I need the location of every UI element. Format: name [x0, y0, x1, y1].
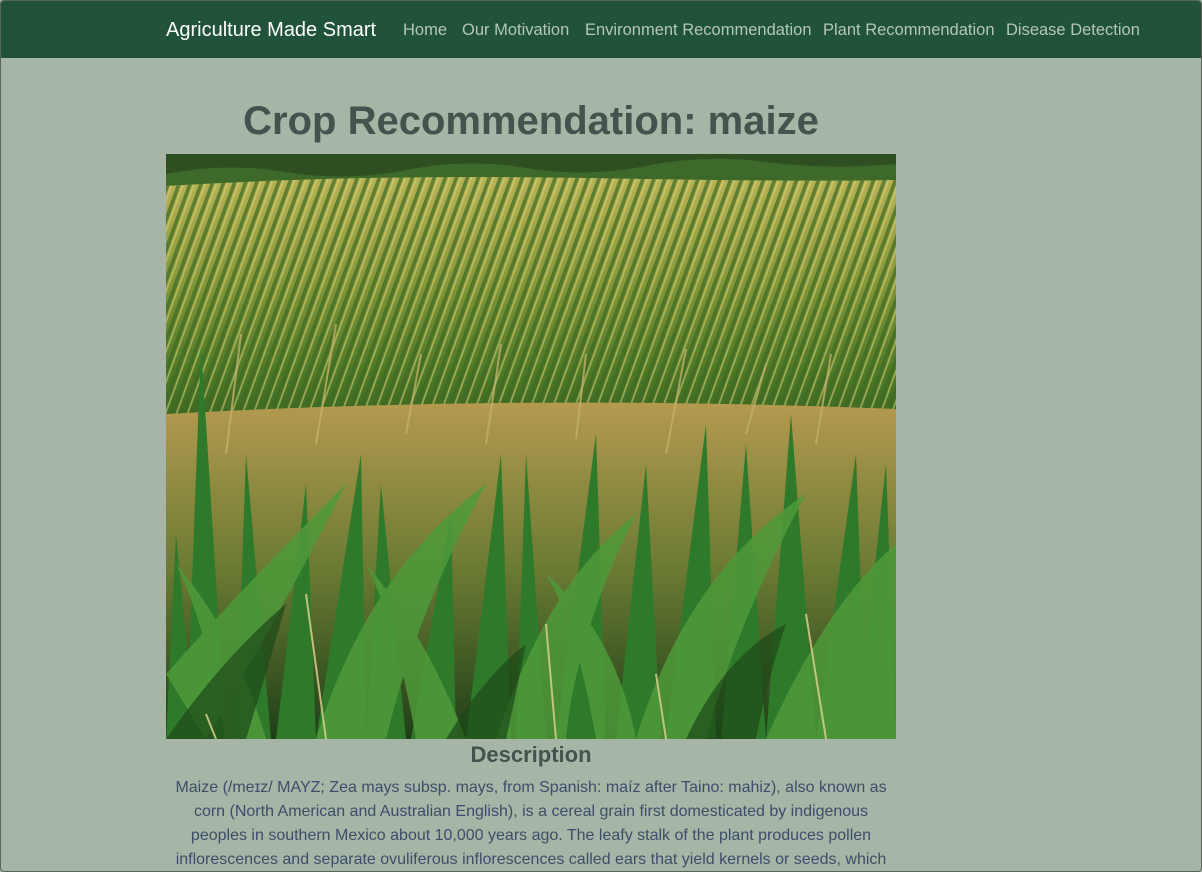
nav-environment-recommendation[interactable]: Environment Recommendation — [585, 21, 812, 40]
maize-field-image — [166, 154, 896, 739]
browser-viewport: Agriculture Made Smart Home Our Motivati… — [0, 0, 1202, 872]
navbar: Agriculture Made Smart Home Our Motivati… — [1, 1, 1201, 58]
page-title: Crop Recommendation: maize — [243, 99, 819, 143]
nav-our-motivation[interactable]: Our Motivation — [462, 21, 569, 40]
description-text: Maize (/meɪz/ MAYZ; Zea mays subsp. mays… — [175, 779, 887, 868]
nav-home[interactable]: Home — [403, 21, 447, 40]
brand-link[interactable]: Agriculture Made Smart — [166, 19, 376, 42]
nav-plant-recommendation[interactable]: Plant Recommendation — [823, 21, 995, 40]
nav-disease-detection[interactable]: Disease Detection — [1006, 21, 1140, 40]
description-heading: Description — [470, 742, 592, 767]
